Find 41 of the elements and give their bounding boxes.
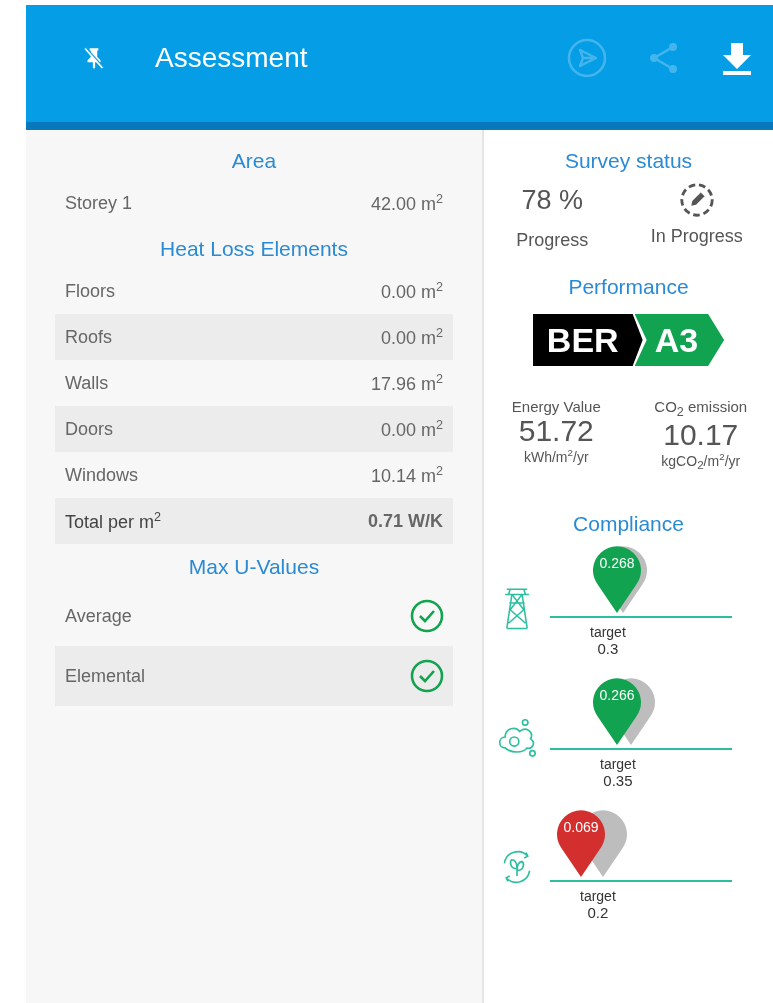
target-label: target bbox=[580, 888, 616, 905]
row-value: 17.96 m$^{2}$ bbox=[370, 371, 443, 395]
row-value: 10.14 m$^{2}$ bbox=[370, 463, 443, 487]
metric-label: CO$_{2}$ emission bbox=[654, 398, 748, 419]
metric-label: Energy Value bbox=[511, 398, 601, 415]
download-icon[interactable] bbox=[721, 40, 753, 75]
target-value: 0.3 bbox=[597, 640, 619, 658]
cloud-icon bbox=[496, 717, 538, 758]
row-value: 0.00 m$^{2}$ bbox=[380, 325, 443, 349]
row-label: Roofs bbox=[65, 326, 113, 348]
target-label: target bbox=[600, 756, 636, 773]
target-value: 0.2 bbox=[587, 904, 609, 922]
row-label: Walls bbox=[65, 372, 109, 394]
section-heading: Compliance bbox=[573, 511, 684, 538]
progress-percent: 78 % bbox=[521, 184, 583, 217]
metric-unit: kWh/m$^{2}$/yr bbox=[524, 447, 589, 465]
metric-value: 51.72 bbox=[518, 415, 594, 447]
row-label: Doors bbox=[65, 418, 113, 440]
row-label: Total per m$^{2}$ bbox=[65, 509, 162, 533]
section-heading: Max U-Values bbox=[187, 554, 321, 580]
row-label: Floors bbox=[65, 280, 115, 302]
row-value: 0.00 m$^{2}$ bbox=[380, 279, 443, 303]
status-label: In Progress bbox=[650, 225, 743, 248]
metric-value: 10.17 bbox=[663, 419, 739, 451]
row-label: Storey 1 bbox=[65, 192, 133, 214]
row-value: 0.00 m$^{2}$ bbox=[380, 417, 443, 441]
window-title: Assessment bbox=[155, 41, 308, 74]
section-heading: Area bbox=[230, 148, 278, 174]
row-label: Average bbox=[65, 605, 132, 627]
section-heading: Survey status bbox=[564, 148, 693, 174]
row-label: Elemental bbox=[65, 665, 146, 687]
target-label: target bbox=[590, 624, 626, 641]
row-value: 0.71 W/K bbox=[367, 510, 443, 532]
row-label: Windows bbox=[65, 464, 139, 486]
section-heading: Heat Loss Elements bbox=[159, 236, 349, 262]
row-value: 42.00 m$^{2}$ bbox=[370, 191, 443, 215]
progress-label: Progress bbox=[516, 229, 589, 252]
section-heading: Performance bbox=[568, 274, 689, 300]
metric-unit: kgCO$_{2}$/m$^{2}$/yr bbox=[661, 451, 741, 472]
dashed-pencil-circle-icon bbox=[677, 181, 716, 219]
target-value: 0.35 bbox=[603, 772, 633, 790]
